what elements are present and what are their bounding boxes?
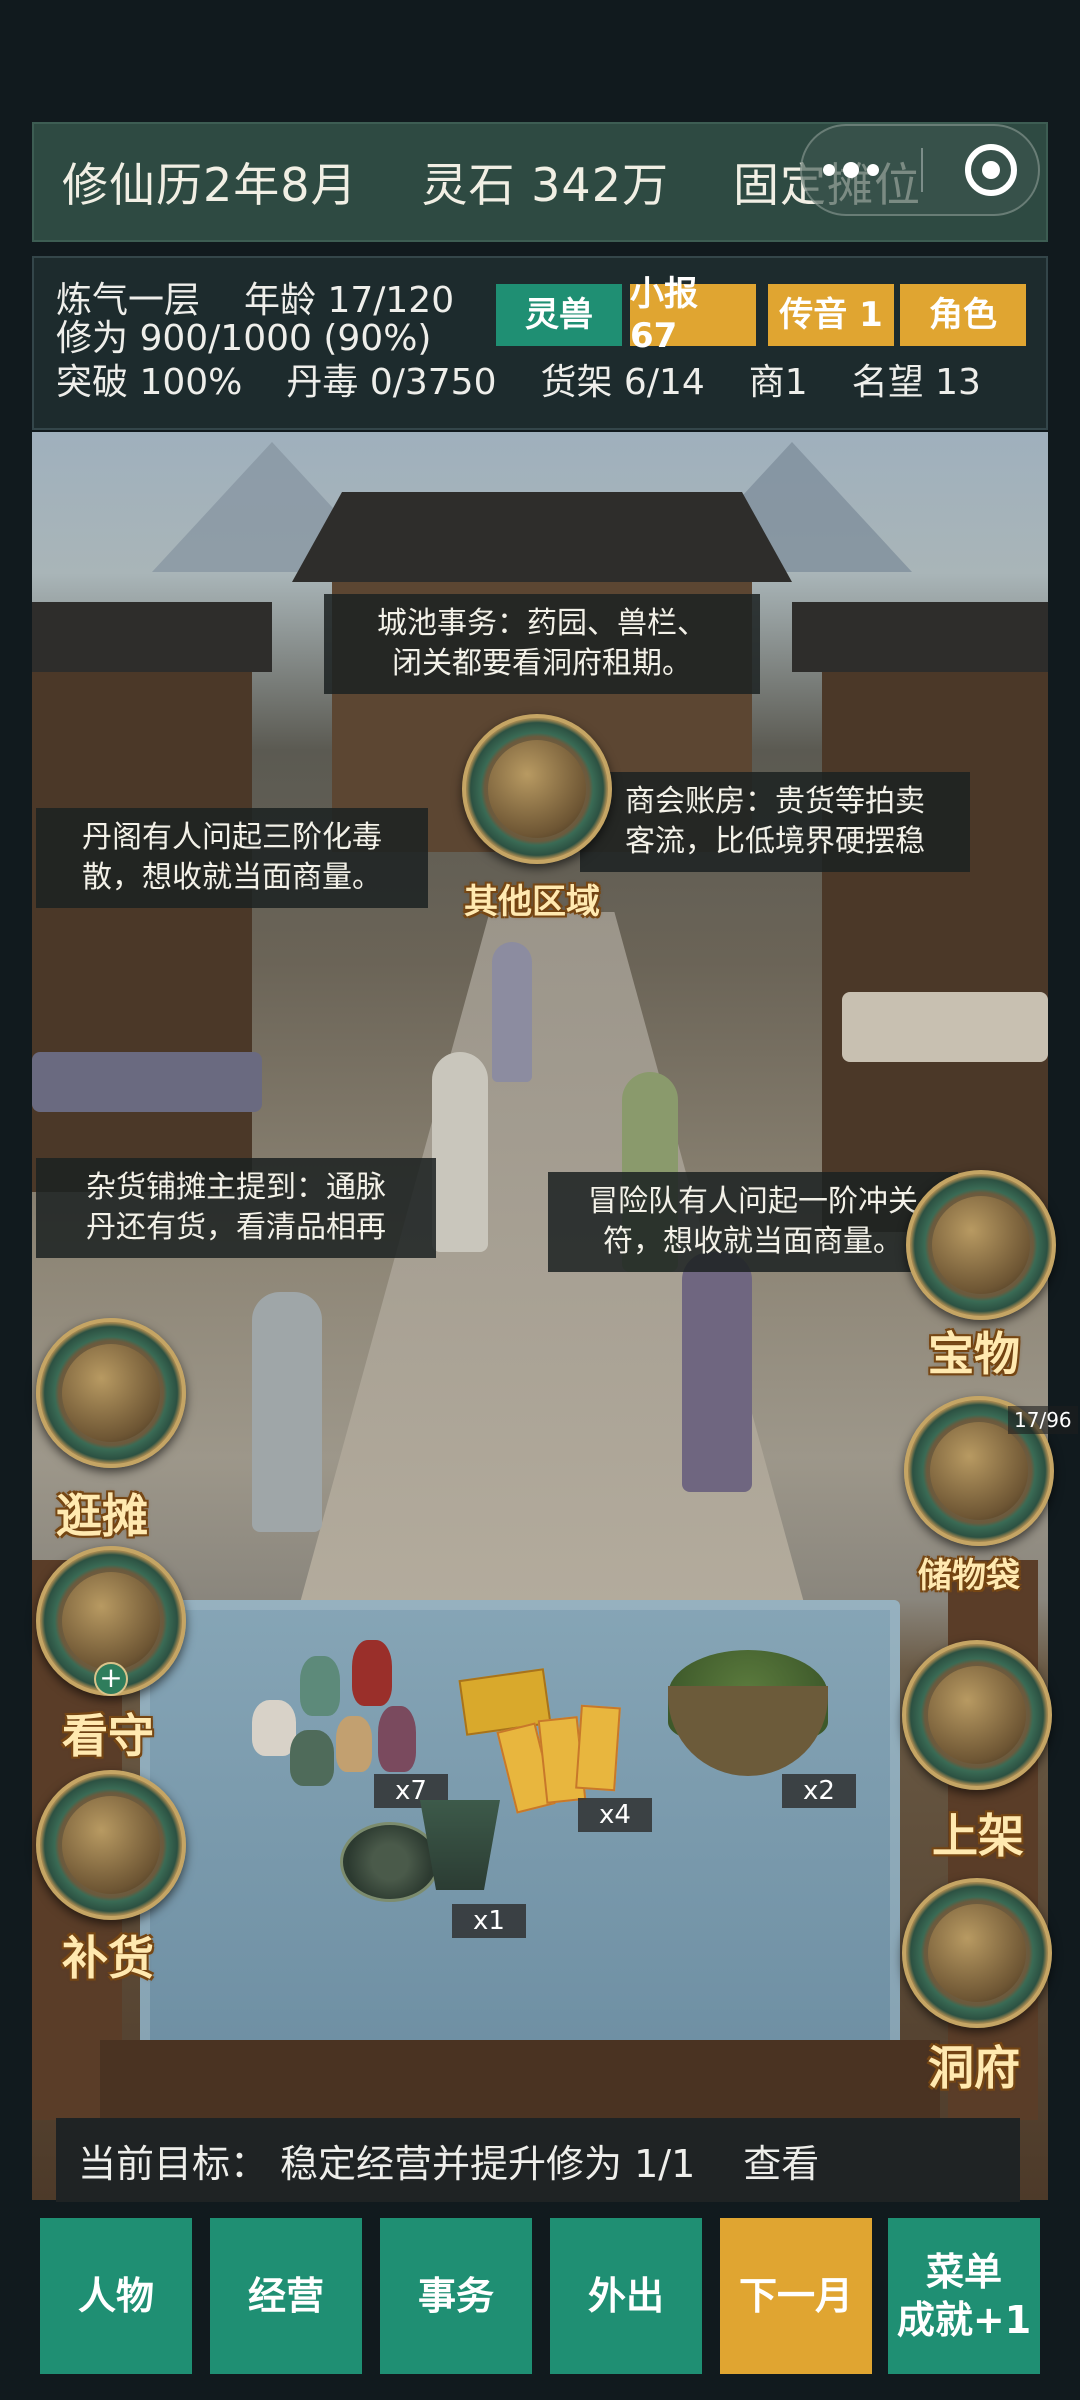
- view-goal-link[interactable]: 查看: [743, 2133, 819, 2188]
- stall-awning: [842, 992, 1048, 1062]
- jade-bottle-icon[interactable]: [300, 1656, 340, 1716]
- cultivation-progress: 修为 900/1000 (90%): [56, 318, 432, 359]
- grocery-tip: 杂货铺摊主提到：通脉 丹还有货，看清品相再: [36, 1158, 436, 1258]
- nav-outing-button[interactable]: 外出: [550, 2218, 702, 2374]
- top-status-bar: 修仙历2年8月 灵石 342万 固定摊位: [32, 122, 1048, 242]
- news-button[interactable]: 小报 67: [630, 274, 756, 356]
- age: 年龄 17/120: [244, 280, 455, 321]
- menu-button[interactable]: 菜单 成就+1: [888, 2218, 1040, 2374]
- other-areas-button[interactable]: [462, 714, 612, 864]
- guard-label: 看守: [62, 1709, 154, 1763]
- tip-line: 城池事务：药园、兽栏、: [377, 606, 707, 641]
- other-areas-label: 其他区域: [464, 882, 600, 922]
- talisman-count: x4: [578, 1798, 652, 1832]
- formation-disk-icon[interactable]: [340, 1822, 440, 1902]
- restock-button[interactable]: [36, 1770, 186, 1920]
- crate-icon: [62, 1796, 160, 1894]
- character-stats-panel: 炼气一层 年龄 17/120 修为 900/1000 (90%) 突破 100% 丹…: [32, 256, 1048, 430]
- mini-program-capsule: [800, 124, 1040, 216]
- nav-character-button[interactable]: 人物: [40, 2218, 192, 2374]
- banner-count: x1: [452, 1904, 526, 1938]
- stall-icon: [62, 1344, 160, 1442]
- menu-label: 菜单: [925, 2250, 1002, 2294]
- stall-awning: [32, 1052, 262, 1112]
- close-miniprogram-icon[interactable]: [965, 144, 1017, 196]
- red-gourd-icon[interactable]: [352, 1640, 392, 1706]
- calendar-date: 修仙历2年8月: [62, 158, 358, 212]
- stats-row-1: 炼气一层 年龄 17/120: [56, 280, 498, 322]
- treasure-bowl-icon: [932, 1196, 1030, 1294]
- nav-affairs-button[interactable]: 事务: [380, 2218, 532, 2374]
- goal-text: 稳定经营并提升修为 1/1: [280, 2141, 696, 2186]
- browse-stalls-label: 逛摊: [56, 1489, 148, 1543]
- shelf-count: 货架 6/14: [540, 362, 705, 403]
- restock-label: 补货: [62, 1931, 154, 1985]
- green-jar-icon[interactable]: [290, 1730, 334, 1786]
- pill-poison: 丹毒 0/3750: [286, 362, 497, 403]
- storage-count-badge: 17/96: [1008, 1406, 1078, 1434]
- capsule-divider: [921, 148, 923, 192]
- bottom-nav: 人物 经营 事务 外出 下一月 菜单 成就+1: [0, 2218, 1080, 2378]
- browse-stalls-button[interactable]: [36, 1318, 186, 1468]
- left-roof: [32, 602, 272, 672]
- herbs-count: x2: [782, 1774, 856, 1808]
- achievement-label: 成就+1: [896, 2298, 1032, 2342]
- merchant-level: 商1: [748, 362, 808, 403]
- talisman-icon[interactable]: [575, 1704, 621, 1792]
- cave-icon: [928, 1904, 1026, 2002]
- breakthrough-rate: 突破 100%: [56, 362, 243, 403]
- pavilion-icon: [488, 740, 586, 838]
- pedestrian: [682, 1252, 752, 1492]
- shelve-label: 上架: [932, 1809, 1024, 1863]
- guild-tip: 商会账房：贵货等拍卖 客流，比低境界硬摆稳: [580, 772, 970, 872]
- right-roof: [792, 602, 1048, 672]
- tip-line: 符，想收就当面商量。: [603, 1224, 903, 1259]
- tip-line: 闭关都要看洞府租期。: [392, 646, 692, 681]
- tip-line: 丹还有货，看清品相再: [86, 1210, 386, 1245]
- alchemy-hall-tip: 丹阁有人问起三阶化毒 散，想收就当面商量。: [36, 808, 428, 908]
- spirit-beast-button[interactable]: 灵兽: [496, 284, 622, 346]
- tip-line: 杂货铺摊主提到：通脉: [86, 1170, 386, 1205]
- tip-line: 冒险队有人问起一阶冲关: [588, 1184, 918, 1219]
- role-button[interactable]: 角色: [900, 284, 1026, 346]
- realm-level: 炼气一层: [56, 280, 201, 321]
- storage-bag-label: 储物袋: [918, 1556, 1020, 1596]
- spirit-stone-balance: 灵石 342万: [421, 158, 669, 212]
- tip-line: 散，想收就当面商量。: [82, 860, 382, 895]
- cave-dwelling-label: 洞府: [928, 2041, 1020, 2095]
- reputation: 名望 13: [851, 362, 981, 403]
- city-affairs-tip: 城池事务：药园、兽栏、 闭关都要看洞府租期。: [324, 594, 760, 694]
- tip-line: 商会账房：贵货等拍卖: [625, 784, 925, 819]
- add-guard-icon[interactable]: +: [94, 1662, 128, 1696]
- purple-bottle-icon[interactable]: [378, 1706, 416, 1772]
- cave-dwelling-button[interactable]: [902, 1878, 1052, 2028]
- tip-line: 客流，比低境界硬摆稳: [625, 824, 925, 859]
- pedestrian: [252, 1292, 322, 1532]
- message-button[interactable]: 传音 1: [768, 284, 894, 346]
- tip-line: 丹阁有人问起三阶化毒: [82, 820, 382, 855]
- shelve-button[interactable]: [902, 1640, 1052, 1790]
- goal-label: 当前目标：: [78, 2141, 269, 2186]
- stats-row-3: 突破 100% 丹毒 0/3750 货架 6/14 商1 名望 13: [56, 362, 1025, 404]
- next-month-button[interactable]: 下一月: [720, 2218, 872, 2374]
- shelf-icon: [928, 1666, 1026, 1764]
- current-goal-bar: 当前目标： 稳定经营并提升修为 1/1 查看: [56, 2118, 1020, 2202]
- shop-counter-icon: [62, 1572, 160, 1670]
- treasure-label: 宝物: [928, 1327, 1020, 1381]
- amber-bottle-icon[interactable]: [336, 1716, 372, 1772]
- pedestrian: [492, 942, 532, 1082]
- nav-business-button[interactable]: 经营: [210, 2218, 362, 2374]
- stall-table-edge: [100, 2040, 940, 2120]
- adventure-team-tip: 冒险队有人问起一阶冲关 符，想收就当面商量。: [548, 1172, 958, 1272]
- more-options-icon[interactable]: [823, 162, 879, 178]
- main-hall-roof: [292, 492, 792, 582]
- treasure-button[interactable]: [906, 1170, 1056, 1320]
- pedestrian: [432, 1052, 488, 1252]
- right-buildings: [822, 632, 1048, 1232]
- pouch-icon: [930, 1422, 1028, 1520]
